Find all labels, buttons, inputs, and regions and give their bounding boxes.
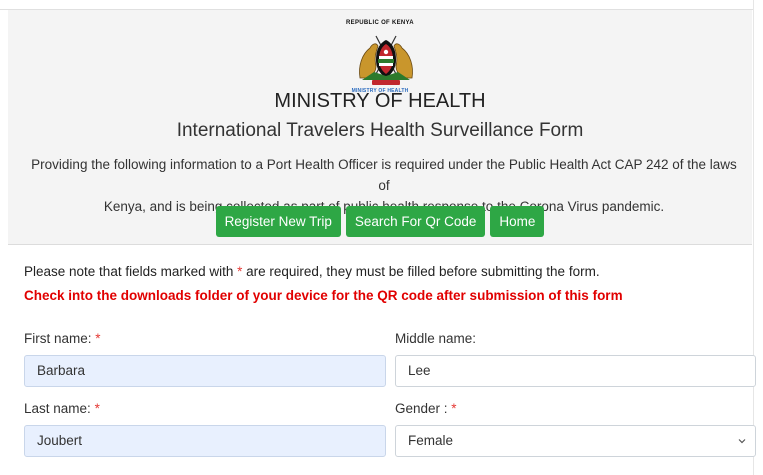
- middle-name-field[interactable]: Lee: [395, 355, 756, 387]
- top-border: [0, 0, 763, 10]
- first-name-field[interactable]: Barbara: [24, 355, 386, 387]
- first-name-label-text: First name:: [24, 331, 92, 346]
- description-line-1: Providing the following information to a…: [31, 157, 737, 193]
- last-name-required: *: [94, 401, 100, 416]
- scrollbar-track[interactable]: [753, 0, 763, 475]
- register-new-trip-button[interactable]: Register New Trip: [215, 206, 341, 237]
- last-name-field[interactable]: Joubert: [24, 425, 386, 457]
- note-text-2: are required, they must be filled before…: [242, 264, 600, 279]
- required-fields-note: Please note that fields marked with * ar…: [24, 264, 600, 279]
- gender-label: Gender : *: [395, 401, 457, 416]
- last-name-label: Last name: *: [24, 401, 100, 416]
- chevron-down-icon: [738, 439, 746, 444]
- gender-label-text: Gender :: [395, 401, 448, 416]
- gender-required: *: [451, 401, 457, 416]
- kenya-coat-of-arms-icon: [359, 35, 413, 85]
- first-name-required: *: [95, 331, 101, 346]
- page-header: REPUBLIC OF KENYA MINISTRY OF HEALTH MIN…: [8, 10, 752, 245]
- gender-select[interactable]: Female: [395, 425, 756, 457]
- republic-label: REPUBLIC OF KENYA: [346, 20, 414, 26]
- form-title: International Travelers Health Surveilla…: [176, 120, 584, 141]
- download-qr-note: Check into the downloads folder of your …: [24, 288, 623, 303]
- search-qr-code-button[interactable]: Search For Qr Code: [345, 206, 486, 237]
- home-button[interactable]: Home: [490, 206, 545, 237]
- first-name-label: First name: *: [24, 331, 101, 346]
- header-button-row: Register New Trip Search For Qr Code Hom…: [8, 206, 752, 237]
- last-name-label-text: Last name:: [24, 401, 91, 416]
- gender-selected-value: Female: [408, 433, 454, 448]
- ministry-title: MINISTRY OF HEALTH: [274, 90, 486, 112]
- note-text-1: Please note that fields marked with: [24, 264, 238, 279]
- middle-name-label: Middle name:: [395, 331, 477, 346]
